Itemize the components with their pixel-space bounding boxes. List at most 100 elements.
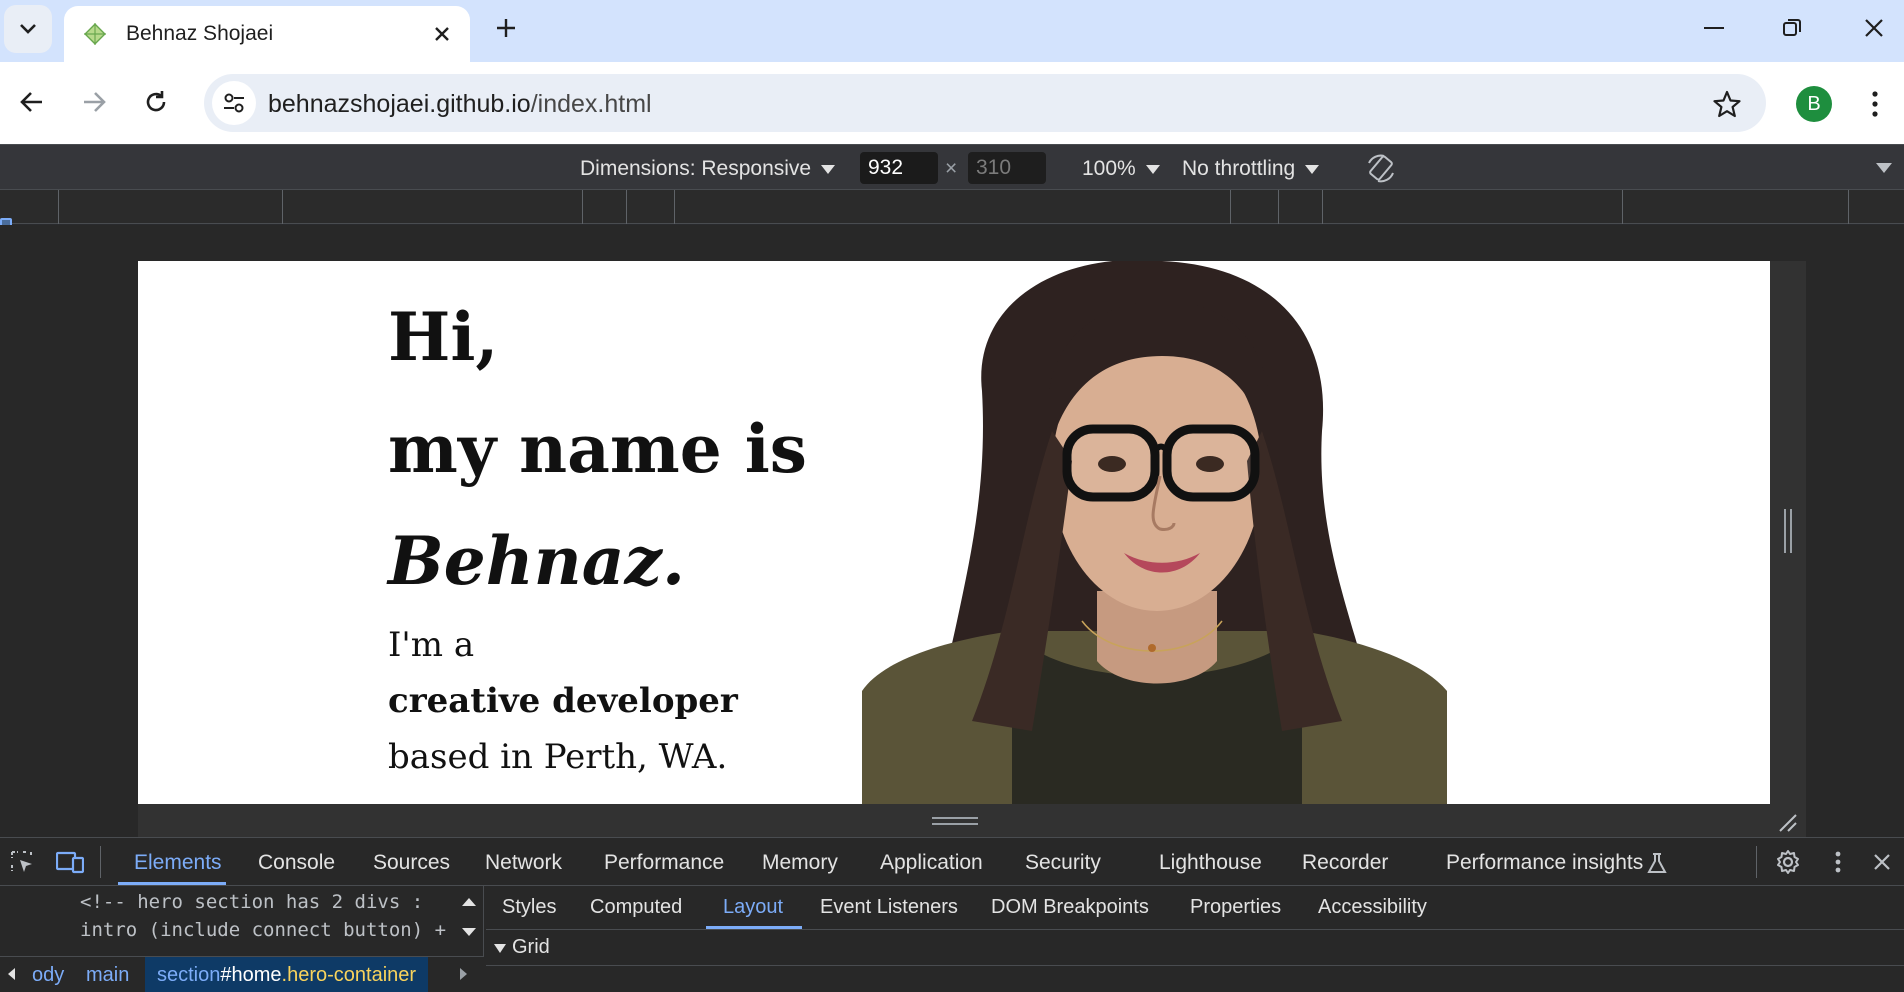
tab-styles[interactable]: Styles: [502, 896, 556, 919]
dimensions-dropdown[interactable]: Dimensions: Responsive: [580, 157, 836, 181]
reload-button[interactable]: [134, 80, 178, 124]
active-tab-indicator: [118, 882, 226, 885]
reload-icon: [146, 91, 166, 112]
tab-lighthouse[interactable]: Lighthouse: [1159, 851, 1262, 875]
right-resize-handle[interactable]: [1784, 509, 1792, 553]
address-bar[interactable]: behnazshojaei.github.io/index.html: [204, 74, 1766, 132]
tab-elements[interactable]: Elements: [134, 851, 222, 875]
styles-sidebar: Styles Computed Layout Event Listeners D…: [486, 886, 1904, 992]
browser-menu-button[interactable]: [1860, 84, 1890, 124]
throttling-dropdown[interactable]: No throttling: [1182, 157, 1320, 181]
chevron-down-icon: [20, 24, 36, 34]
close-icon: [435, 27, 449, 41]
arrow-left-icon: [20, 92, 42, 112]
browser-tab[interactable]: Behnaz Shojaei: [64, 6, 470, 62]
hero-tagline-1: I'm a: [388, 625, 475, 665]
browser-toolbar: behnazshojaei.github.io/index.html B: [0, 62, 1904, 144]
divider: [1756, 846, 1757, 878]
tab-close-button[interactable]: [428, 20, 456, 48]
media-query-marker: [1230, 190, 1231, 224]
breadcrumb-scroll-left-icon[interactable]: [8, 968, 15, 980]
tab-computed[interactable]: Computed: [590, 896, 682, 919]
height-input[interactable]: [968, 152, 1046, 184]
tab-dom-breakpoints[interactable]: DOM Breakpoints: [991, 896, 1149, 919]
back-button[interactable]: [10, 80, 54, 124]
media-query-marker: [1322, 190, 1323, 224]
media-query-marker: [282, 190, 283, 224]
tab-layout[interactable]: Layout: [723, 896, 783, 919]
device-toolbar-more-icon[interactable]: [1876, 163, 1892, 173]
tab-console[interactable]: Console: [258, 851, 335, 875]
window-close-button[interactable]: [1852, 8, 1896, 48]
hero-tagline-2: creative developer: [388, 681, 738, 721]
tab-performance-insights[interactable]: Performance insights: [1446, 851, 1643, 875]
hero-name: Behnaz.: [388, 522, 685, 600]
gear-icon: [1777, 850, 1799, 874]
device-mode-icon: [56, 851, 84, 874]
devtools-settings-button[interactable]: [1772, 848, 1804, 876]
site-info-button[interactable]: [212, 81, 256, 125]
tab-search-button[interactable]: [4, 5, 52, 53]
hero-portrait: [862, 261, 1447, 804]
tab-network[interactable]: Network: [485, 851, 562, 875]
forward-button[interactable]: [72, 80, 116, 124]
media-query-marker: [1278, 190, 1279, 224]
breadcrumb: ody main section#home.hero-container: [0, 956, 484, 992]
tab-application[interactable]: Application: [880, 851, 983, 875]
devtools-panel: Elements Console Sources Network Perform…: [0, 837, 1904, 992]
media-query-marker: [1622, 190, 1623, 224]
close-icon: [1865, 19, 1883, 37]
corner-resize-icon[interactable]: [1776, 811, 1798, 833]
tab-performance[interactable]: Performance: [604, 851, 724, 875]
media-query-marker: [582, 190, 583, 224]
tab-accessibility[interactable]: Accessibility: [1318, 896, 1427, 919]
page-viewport: Hi, my name is Behnaz. I'm a creative de…: [138, 261, 1770, 804]
width-input[interactable]: [860, 152, 938, 184]
devtools-menu-button[interactable]: [1822, 848, 1854, 876]
grid-section-title: Grid: [512, 936, 550, 958]
device-toolbar: Dimensions: Responsive × 100% No throttl…: [0, 144, 1904, 190]
more-vert-icon: [1872, 91, 1878, 117]
breadcrumb-scroll-right-icon[interactable]: [460, 968, 467, 980]
profile-avatar[interactable]: B: [1796, 86, 1832, 122]
tab-memory[interactable]: Memory: [762, 851, 838, 875]
bookmark-button[interactable]: [1710, 87, 1744, 121]
new-tab-button[interactable]: [488, 10, 524, 46]
more-vert-icon: [1835, 851, 1841, 873]
breadcrumb-main[interactable]: main: [86, 964, 129, 987]
tab-properties[interactable]: Properties: [1190, 896, 1281, 919]
tab-sources[interactable]: Sources: [373, 851, 450, 875]
url-path: /index.html: [530, 90, 652, 118]
devtools-close-button[interactable]: [1866, 848, 1898, 876]
url-text: behnazshojaei.github.io/index.html: [268, 90, 652, 119]
site-favicon-icon: [84, 23, 106, 45]
url-host: behnazshojaei.github.io: [268, 90, 531, 118]
zoom-dropdown[interactable]: 100%: [1082, 157, 1160, 181]
elements-dom-tree[interactable]: <!-- hero section has 2 divs : intro (inc…: [0, 886, 484, 992]
divider: [100, 846, 101, 878]
hero-name-intro: my name is: [388, 410, 807, 488]
caret-down-icon: [821, 164, 836, 174]
scroll-arrows-icon[interactable]: [458, 892, 480, 944]
tab-strip: Behnaz Shojaei: [0, 0, 1904, 62]
breadcrumb-selected[interactable]: section#home.hero-container: [145, 957, 429, 992]
plus-icon: [497, 19, 515, 37]
minimize-button[interactable]: [1692, 8, 1736, 48]
restore-button[interactable]: [1770, 8, 1814, 48]
tab-event-listeners[interactable]: Event Listeners: [820, 896, 958, 919]
breadcrumb-body[interactable]: ody: [32, 964, 64, 987]
hero-intro: Hi, my name is Behnaz. I'm a creative de…: [388, 281, 807, 785]
bottom-resize-handle[interactable]: [932, 817, 978, 825]
tune-icon: [224, 93, 244, 113]
device-toolbar-toggle[interactable]: [54, 848, 86, 876]
tab-security[interactable]: Security: [1025, 851, 1101, 875]
times-sign: ×: [945, 157, 958, 180]
arrow-right-icon: [84, 92, 106, 112]
active-side-tab-indicator: [706, 926, 802, 929]
media-query-bar[interactable]: [0, 190, 1904, 224]
grid-section-header[interactable]: Grid: [486, 930, 1904, 966]
rotate-icon[interactable]: [1364, 153, 1398, 185]
restore-icon: [1783, 19, 1801, 36]
tab-recorder[interactable]: Recorder: [1302, 851, 1388, 875]
inspect-element-button[interactable]: [6, 848, 38, 876]
